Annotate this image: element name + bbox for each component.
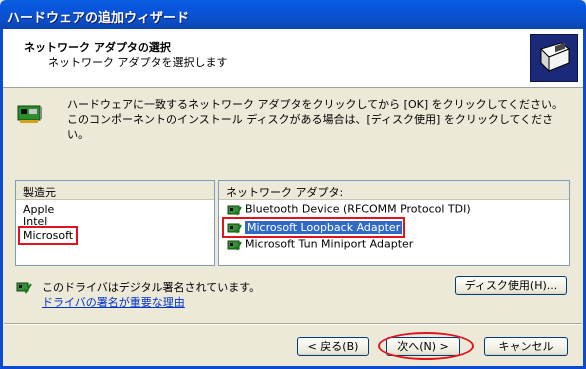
highlight-annotation-adapter: [222, 217, 405, 238]
list-item-intel[interactable]: Intel: [23, 215, 47, 226]
signature-status-text: このドライバはデジタル署名されています。: [42, 281, 261, 294]
instructions-text: ハードウェアに一致するネットワーク アダプタをクリックしてから [OK] をクリ…: [67, 98, 563, 141]
wizard-header: ネットワーク アダプタの選択 ネットワーク アダプタを選択します: [3, 29, 583, 88]
signed-driver-icon: [227, 203, 242, 216]
list-item-microsoft-tun-miniport-adapter[interactable]: Microsoft Tun Miniport Adapter: [227, 237, 413, 253]
network-card-icon: [17, 103, 43, 125]
highlight-annotation-next: [378, 332, 474, 360]
have-disk-button[interactable]: ディスク使用(H)...: [455, 276, 567, 295]
manufacturer-list[interactable]: 製造元 Apple Intel Microsoft: [15, 180, 215, 266]
signed-driver-icon: [227, 238, 242, 251]
header-title: ネットワーク アダプタの選択: [24, 41, 171, 54]
header-subtitle: ネットワーク アダプタを選択します: [48, 56, 228, 69]
cancel-button[interactable]: キャンセル: [484, 337, 568, 356]
signed-driver-icon: [16, 280, 32, 294]
adapter-list-header: ネットワーク アダプタ:: [219, 181, 569, 200]
list-item-bluetooth-device[interactable]: Bluetooth Device (RFCOMM Protocol TDI): [227, 202, 471, 218]
button-separator: [4, 323, 582, 325]
title-bar[interactable]: ハードウェアの追加ウィザード: [0, 0, 586, 29]
manufacturer-list-header: 製造元: [16, 181, 214, 200]
hardware-wizard-icon: [530, 34, 578, 82]
back-button[interactable]: < 戻る(B): [297, 337, 369, 356]
signature-importance-link[interactable]: ドライバの署名が重要な理由: [42, 294, 185, 310]
highlight-annotation-manufacturer: [18, 226, 78, 245]
window-title: ハードウェアの追加ウィザード: [7, 11, 190, 26]
